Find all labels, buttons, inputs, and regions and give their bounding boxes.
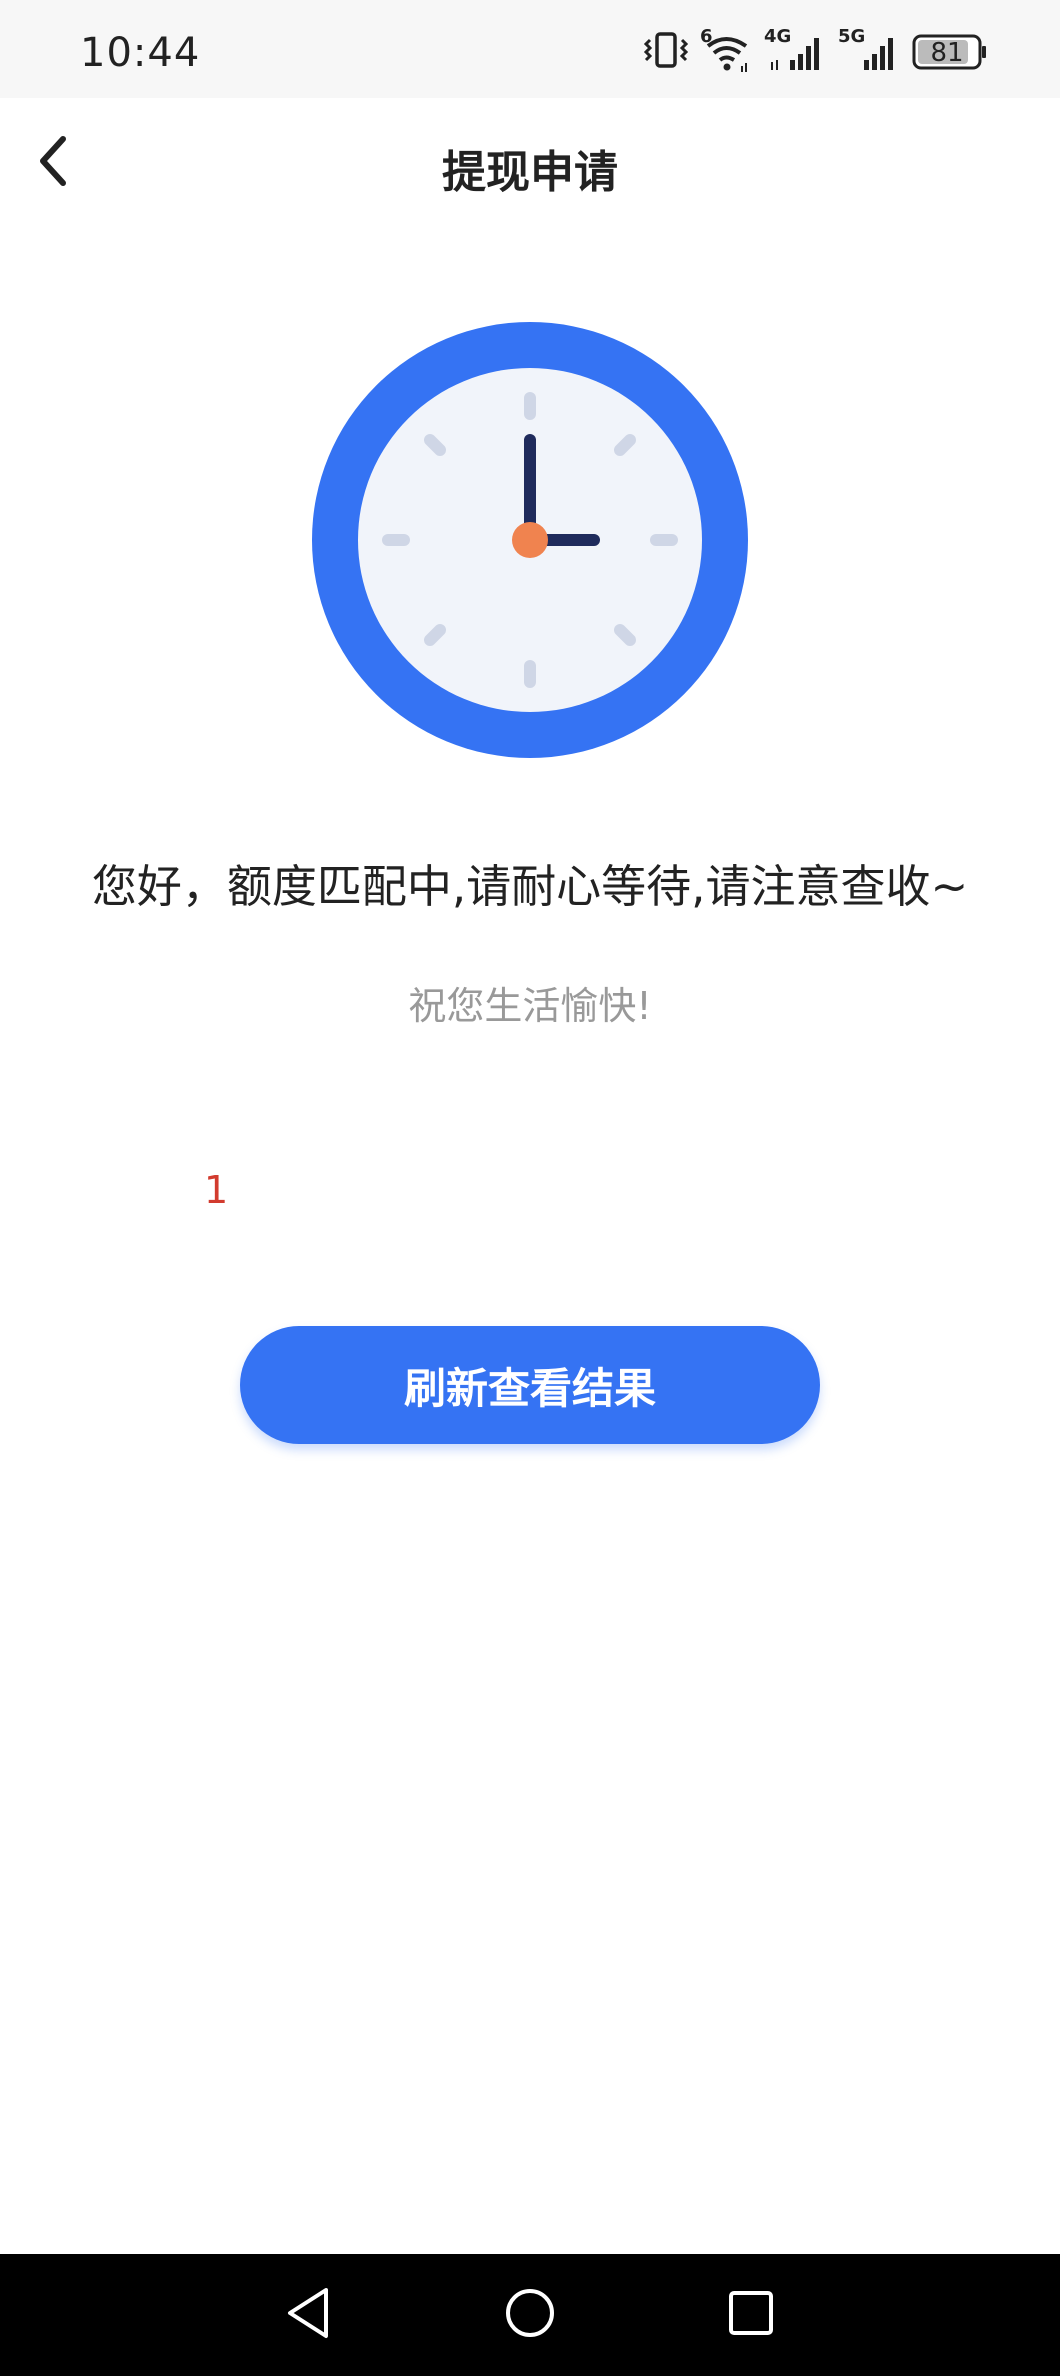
refresh-result-button[interactable]: 刷新查看结果 xyxy=(240,1326,820,1444)
status-message: 您好，额度匹配中,请耐心等待,请注意查收~ xyxy=(91,860,969,913)
system-back-button[interactable] xyxy=(276,2282,342,2348)
home-circle-icon xyxy=(503,2286,557,2344)
clock-icon xyxy=(312,322,748,758)
wifi-label: 6 xyxy=(700,26,713,47)
greeting-message: 祝您生活愉快! xyxy=(408,984,652,1028)
status-time: 10:44 xyxy=(80,30,201,76)
signal-5g-icon: 5G xyxy=(838,26,900,74)
status-bar: 10:44 6 4G 5G 81 xyxy=(0,0,1060,98)
sim1-network-label: 4G xyxy=(764,26,792,47)
wifi-icon: 6 xyxy=(700,26,752,74)
battery-level: 81 xyxy=(930,38,964,68)
page-title: 提现申请 xyxy=(442,147,618,198)
system-navigation-bar xyxy=(0,2254,1060,2376)
sim2-network-label: 5G xyxy=(838,26,866,47)
system-home-button[interactable] xyxy=(497,2282,563,2348)
status-icons: 6 4G 5G 81 xyxy=(643,26,988,74)
battery-icon: 81 xyxy=(912,32,988,72)
header: 提现申请 xyxy=(0,98,1060,234)
system-recents-button[interactable] xyxy=(718,2282,784,2348)
signal-4g-icon: 4G xyxy=(764,26,826,74)
counter-text: 1 xyxy=(204,1168,229,1212)
vibrate-icon xyxy=(643,30,689,74)
recents-square-icon xyxy=(726,2288,776,2342)
back-triangle-icon xyxy=(284,2286,334,2344)
